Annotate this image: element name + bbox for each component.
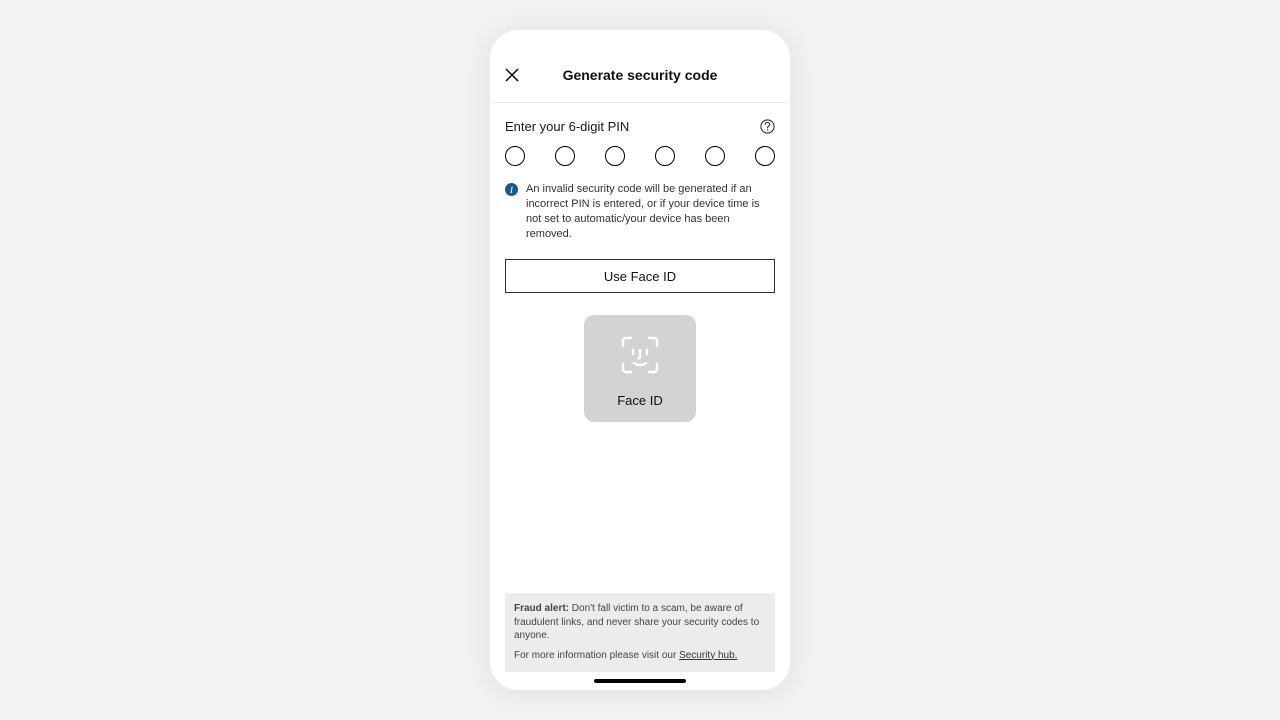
info-row: i An invalid security code will be gener… xyxy=(505,182,775,241)
pin-digit-2[interactable] xyxy=(555,146,575,166)
pin-input-row[interactable] xyxy=(505,146,775,166)
info-icon: i xyxy=(505,183,518,196)
fraud-alert-box: Fraud alert: Don't fall victim to a scam… xyxy=(505,593,775,672)
close-icon xyxy=(505,68,519,82)
help-button[interactable] xyxy=(760,119,775,134)
close-button[interactable] xyxy=(505,68,519,82)
info-text: An invalid security code will be generat… xyxy=(526,182,775,241)
pin-digit-4[interactable] xyxy=(655,146,675,166)
phone-frame: Generate security code Enter your 6-digi… xyxy=(490,30,790,690)
pin-digit-1[interactable] xyxy=(505,146,525,166)
fraud-more-text: For more information please visit our xyxy=(514,650,679,661)
fraud-alert-label: Fraud alert: xyxy=(514,603,569,614)
home-indicator-area xyxy=(490,672,790,690)
pin-digit-3[interactable] xyxy=(605,146,625,166)
face-id-icon xyxy=(616,331,664,379)
face-id-card-label: Face ID xyxy=(617,393,663,408)
face-id-card[interactable]: Face ID xyxy=(584,315,696,422)
page-title: Generate security code xyxy=(563,67,718,83)
pin-digit-6[interactable] xyxy=(755,146,775,166)
fraud-more-info: For more information please visit our Se… xyxy=(514,649,766,663)
use-face-id-button[interactable]: Use Face ID xyxy=(505,259,775,293)
pin-prompt-label: Enter your 6-digit PIN xyxy=(505,119,629,134)
help-icon xyxy=(760,119,775,134)
pin-digit-5[interactable] xyxy=(705,146,725,166)
header-bar: Generate security code xyxy=(490,48,790,103)
home-indicator[interactable] xyxy=(594,679,686,683)
fraud-alert-text: Fraud alert: Don't fall victim to a scam… xyxy=(514,602,766,643)
prompt-row: Enter your 6-digit PIN xyxy=(505,119,775,134)
content-area: Enter your 6-digit PIN i An invalid secu… xyxy=(490,103,790,672)
security-hub-link[interactable]: Security hub. xyxy=(679,650,737,661)
